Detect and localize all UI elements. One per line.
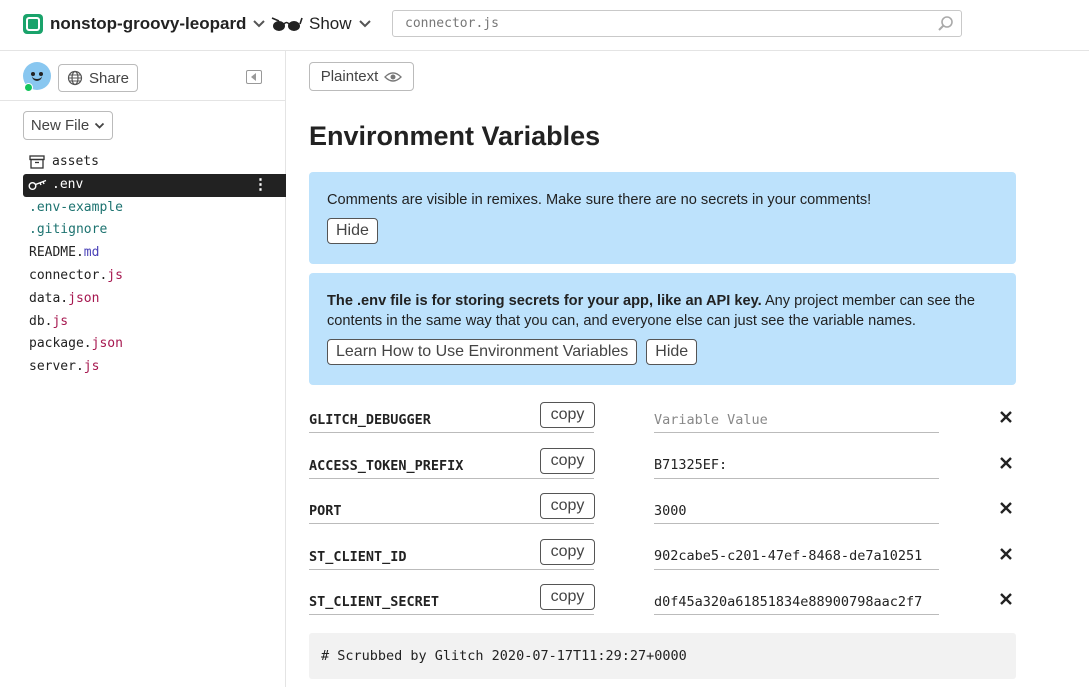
file-extension: md (83, 245, 100, 261)
close-icon[interactable] (999, 592, 1013, 606)
variable-row: ACCESS_TOKEN_PREFIX copy (309, 447, 1016, 493)
file-item-assets[interactable]: assets (0, 151, 286, 174)
variable-row: PORT copy (309, 492, 1016, 538)
close-icon[interactable] (999, 501, 1013, 515)
variable-row: ST_CLIENT_ID copy (309, 538, 1016, 584)
plaintext-toggle-button[interactable]: Plaintext (309, 62, 414, 91)
new-file-button[interactable]: New File (23, 111, 113, 140)
page-title: Environment Variables (309, 121, 601, 151)
file-name: .gitignore (29, 222, 108, 238)
file-extension: js (52, 313, 69, 329)
file-name: package. (29, 336, 92, 352)
copy-button[interactable]: copy (540, 538, 595, 565)
file-extension: js (107, 267, 123, 283)
close-icon[interactable] (999, 456, 1013, 470)
chevron-down-icon (253, 20, 266, 28)
notice-bold-text: The .env file is for storing secrets for… (327, 293, 762, 309)
copy-button[interactable]: copy (540, 493, 595, 519)
top-bar: nonstop-groovy-leopard Show (0, 0, 1089, 51)
file-item-gitignore[interactable]: .gitignore (0, 219, 286, 242)
file-item-env[interactable]: .env ⋮ (23, 173, 286, 197)
file-item-connector[interactable]: connector.js (0, 265, 286, 288)
project-menu-button[interactable]: nonstop-groovy-leopard (23, 13, 266, 35)
file-name: server. (29, 359, 84, 375)
search-input[interactable] (393, 11, 913, 36)
file-extension: js (83, 359, 100, 375)
variable-value-input[interactable] (654, 498, 939, 524)
file-name: data. (29, 290, 69, 306)
notice-text: Comments are visible in remixes. Make su… (327, 192, 872, 208)
learn-env-vars-button[interactable]: Learn How to Use Environment Variables (327, 339, 638, 365)
chevron-down-icon (95, 122, 105, 129)
scrubbed-comment[interactable]: # Scrubbed by Glitch 2020-07-17T11:29:27… (309, 633, 1016, 679)
file-extension: json (91, 336, 123, 352)
show-label: Show (309, 14, 352, 33)
key-icon (28, 179, 47, 190)
collapse-sidebar-icon[interactable] (246, 70, 262, 84)
file-item-data[interactable]: data.json (0, 288, 286, 311)
file-item-readme[interactable]: README.md (0, 242, 286, 265)
notice-text: The .env file is for storing secrets for… (327, 291, 998, 331)
env-editor: Plaintext Environment Variables Comments… (287, 51, 1089, 687)
sidebar: Share New File assets .env ⋮ .env-exampl… (0, 51, 286, 687)
file-name: .env-example (29, 199, 123, 215)
file-name: assets (52, 154, 99, 169)
variable-value-input[interactable] (654, 407, 939, 433)
archive-box-icon (29, 155, 45, 169)
sunglasses-icon (271, 17, 303, 31)
share-label: Share (88, 69, 130, 87)
file-item-package[interactable]: package.json (0, 333, 286, 356)
sidebar-divider (0, 100, 286, 101)
file-item-server[interactable]: server.js (0, 356, 286, 379)
file-item-db[interactable]: db.js (0, 311, 286, 334)
close-icon[interactable] (999, 410, 1013, 424)
file-search (392, 10, 962, 37)
comments-notice: Comments are visible in remixes. Make su… (309, 172, 1016, 264)
search-icon[interactable] (937, 15, 955, 33)
file-options-icon[interactable]: ⋮ (253, 174, 268, 197)
project-logo-icon (23, 14, 43, 34)
file-name: README. (29, 245, 84, 261)
share-button[interactable]: Share (58, 64, 138, 92)
show-menu-button[interactable]: Show (271, 13, 372, 35)
new-file-label: New File (30, 117, 90, 134)
copy-button[interactable]: copy (540, 447, 595, 474)
file-name: .env (52, 176, 84, 192)
hide-notice-button[interactable]: Hide (327, 218, 378, 244)
copy-button[interactable]: copy (540, 584, 595, 610)
project-name: nonstop-groovy-leopard (50, 14, 247, 33)
plaintext-label: Plaintext (320, 68, 379, 85)
file-tree: assets .env ⋮ .env-example .gitignore RE… (0, 151, 286, 379)
file-item-env-example[interactable]: .env-example (0, 197, 286, 220)
variable-row: GLITCH_DEBUGGER copy (309, 401, 1016, 447)
variable-value-input[interactable] (654, 452, 939, 479)
hide-notice-button[interactable]: Hide (646, 339, 698, 365)
globe-icon (67, 70, 83, 86)
copy-button[interactable]: copy (540, 402, 595, 428)
variable-value-input[interactable] (654, 589, 939, 615)
variables-list: GLITCH_DEBUGGER copy ACCESS_TOKEN_PREFIX… (309, 401, 1016, 629)
file-name: connector. (29, 267, 108, 283)
chevron-down-icon (358, 20, 371, 28)
avatar-mouth (32, 76, 42, 81)
file-extension: json (68, 290, 100, 306)
eye-icon (384, 71, 403, 82)
online-status-dot (24, 83, 33, 92)
variable-row: ST_CLIENT_SECRET copy (309, 583, 1016, 629)
file-name: db. (29, 313, 53, 329)
env-info-notice: The .env file is for storing secrets for… (309, 273, 1016, 385)
variable-value-input[interactable] (654, 543, 939, 570)
close-icon[interactable] (999, 547, 1013, 561)
